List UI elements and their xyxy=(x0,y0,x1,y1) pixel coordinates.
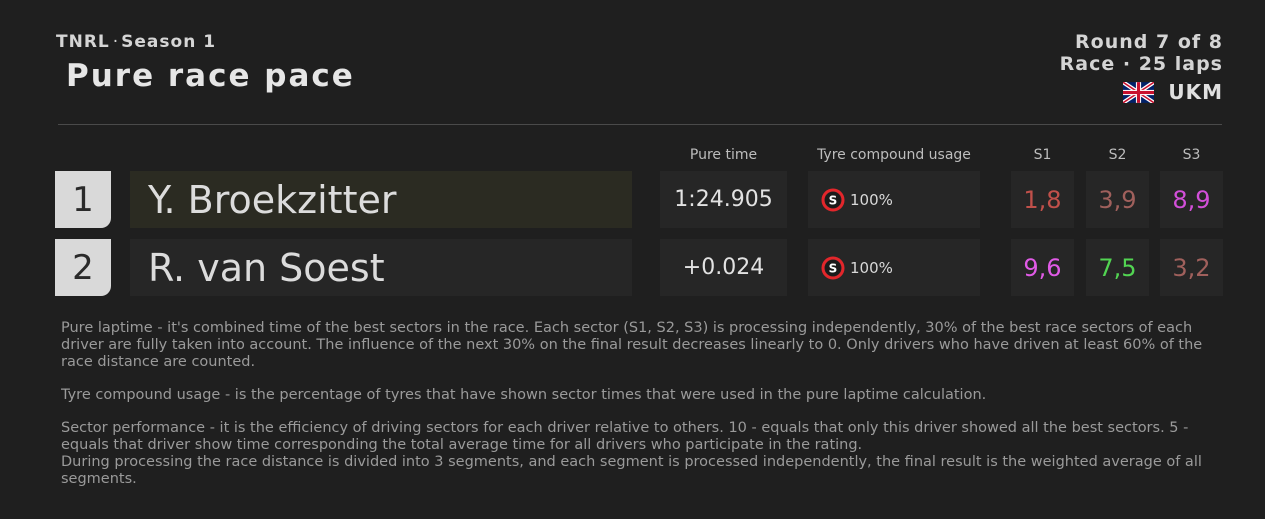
series-separator: · xyxy=(112,32,119,52)
track-name: UKM xyxy=(1168,80,1223,104)
series-name: TNRL xyxy=(56,32,110,52)
note-sector-performance: Sector performance - it is the efficienc… xyxy=(61,420,1189,453)
tyre-usage: S 100% xyxy=(808,239,980,296)
driver-name: Y. Broekzitter xyxy=(130,171,632,228)
tyre-usage-percent: 100% xyxy=(850,190,893,209)
column-header-s3: S3 xyxy=(1182,147,1201,163)
note-processing: During processing the race distance is d… xyxy=(61,454,1202,487)
note-tyre-usage: Tyre compound usage - is the percentage … xyxy=(61,387,987,403)
note-pure-laptime: Pure laptime - it's combined time of the… xyxy=(61,320,1203,370)
series-label: TNRL · Season 1 xyxy=(56,32,216,52)
driver-name: R. van Soest xyxy=(130,239,632,296)
sector-2-score: 3,9 xyxy=(1086,171,1149,228)
race-label: Race · 25 laps xyxy=(1059,53,1223,75)
sector-2-score: 7,5 xyxy=(1086,239,1149,296)
uk-flag-icon xyxy=(1123,81,1155,103)
soft-tyre-icon: S xyxy=(821,256,845,279)
column-header-tyre-usage: Tyre compound usage xyxy=(817,147,971,163)
pure-time: 1:24.905 xyxy=(660,171,787,228)
column-header-pure-time: Pure time xyxy=(689,147,758,163)
explanation-notes: Pure laptime - it's combined time of the… xyxy=(61,320,1221,488)
tyre-usage-percent: 100% xyxy=(850,258,893,277)
track-info: UKM xyxy=(1123,80,1223,104)
column-header-s1: S1 xyxy=(1033,147,1052,163)
position-badge: 2 xyxy=(55,239,111,296)
pure-time: +0.024 xyxy=(660,239,787,296)
sector-1-score: 1,8 xyxy=(1011,171,1074,228)
sector-1-score: 9,6 xyxy=(1011,239,1074,296)
sector-3-score: 3,2 xyxy=(1160,239,1223,296)
page-title: Pure race pace xyxy=(66,58,355,94)
tyre-compound-letter: S xyxy=(829,261,838,275)
sector-3-score: 8,9 xyxy=(1160,171,1223,228)
tyre-compound-letter: S xyxy=(829,193,838,207)
position-badge: 1 xyxy=(55,171,111,228)
season-label: Season 1 xyxy=(121,32,217,52)
column-header-s2: S2 xyxy=(1108,147,1127,163)
round-label: Round 7 of 8 xyxy=(1075,31,1223,53)
soft-tyre-icon: S xyxy=(821,188,845,211)
tyre-usage: S 100% xyxy=(808,171,980,228)
header-divider xyxy=(58,124,1222,125)
